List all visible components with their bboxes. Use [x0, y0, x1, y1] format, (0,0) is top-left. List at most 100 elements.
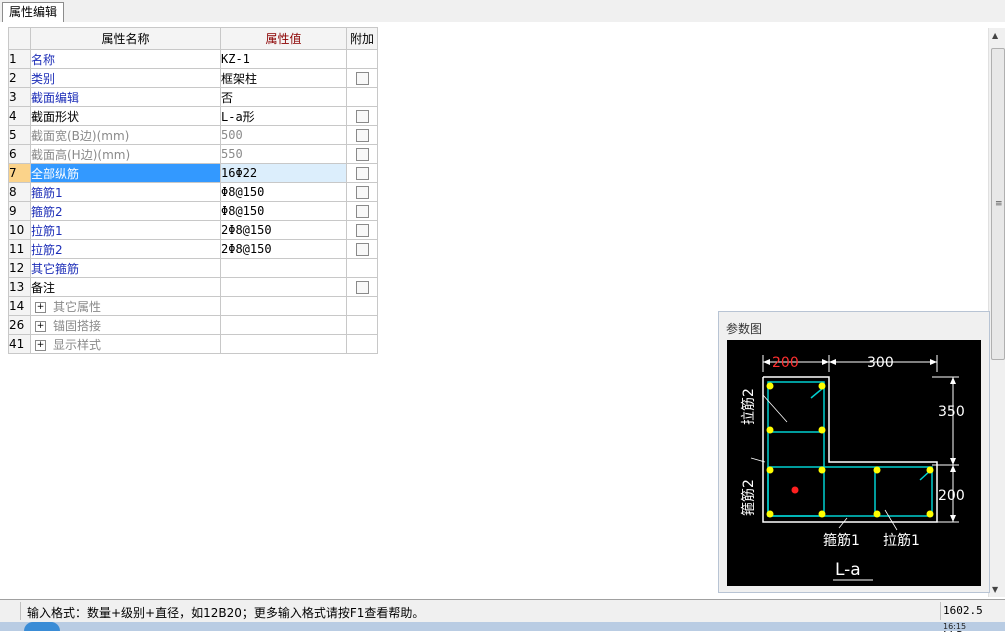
- row-index[interactable]: 41: [8, 334, 31, 354]
- checkbox-icon[interactable]: [355, 72, 369, 85]
- expand-plus-icon[interactable]: +: [35, 339, 46, 351]
- property-extra[interactable]: [346, 201, 378, 221]
- property-name[interactable]: 截面编辑: [30, 87, 221, 107]
- vertical-scrollbar[interactable]: ▲ ≡ ▼: [988, 28, 1005, 597]
- row-index[interactable]: 8: [8, 182, 31, 202]
- property-extra[interactable]: [346, 220, 378, 240]
- property-name[interactable]: + 显示样式: [30, 334, 221, 354]
- property-value[interactable]: [220, 334, 347, 354]
- property-value[interactable]: Φ8@150: [220, 201, 347, 221]
- row-index[interactable]: 12: [8, 258, 31, 278]
- property-name[interactable]: 截面宽(B边)(mm): [30, 125, 221, 145]
- row-index[interactable]: 11: [8, 239, 31, 259]
- table-row[interactable]: 9 箍筋2 Φ8@150: [8, 201, 378, 221]
- table-row[interactable]: 41 + 显示样式: [8, 334, 378, 354]
- checkbox-icon[interactable]: [355, 281, 369, 294]
- property-value[interactable]: [220, 258, 347, 278]
- table-row[interactable]: 12 其它箍筋: [8, 258, 378, 278]
- property-value[interactable]: 16Φ22: [220, 163, 347, 183]
- header-name[interactable]: 属性名称: [30, 27, 221, 50]
- property-name-label: 截面高(H边)(mm): [31, 147, 131, 162]
- dim-label-200-right: 200: [938, 488, 965, 504]
- property-value[interactable]: L-a形: [220, 106, 347, 126]
- property-value[interactable]: 2Φ8@150: [220, 220, 347, 240]
- table-row[interactable]: 26 + 锚固搭接: [8, 315, 378, 335]
- property-name[interactable]: 拉筋2: [30, 239, 221, 259]
- row-index[interactable]: 7: [8, 163, 31, 183]
- table-row[interactable]: 8 箍筋1 Φ8@150: [8, 182, 378, 202]
- header-extra[interactable]: 附加: [346, 27, 378, 50]
- row-index[interactable]: 14: [8, 296, 31, 316]
- row-index[interactable]: 2: [8, 68, 31, 88]
- property-value[interactable]: [220, 315, 347, 335]
- table-row[interactable]: 4 截面形状 L-a形: [8, 106, 378, 126]
- property-name[interactable]: + 锚固搭接: [30, 315, 221, 335]
- row-index[interactable]: 9: [8, 201, 31, 221]
- property-value[interactable]: 550: [220, 144, 347, 164]
- label-stirrup2: 箍筋2: [740, 479, 757, 516]
- table-row[interactable]: 5 截面宽(B边)(mm) 500: [8, 125, 378, 145]
- property-name[interactable]: 截面形状: [30, 106, 221, 126]
- table-row[interactable]: 11 拉筋2 2Φ8@150: [8, 239, 378, 259]
- table-row[interactable]: 14 + 其它属性: [8, 296, 378, 316]
- table-row[interactable]: 3 截面编辑 否: [8, 87, 378, 107]
- property-name[interactable]: + 其它属性: [30, 296, 221, 316]
- property-value[interactable]: [220, 296, 347, 316]
- row-index[interactable]: 1: [8, 49, 31, 69]
- property-name[interactable]: 箍筋2: [30, 201, 221, 221]
- header-value[interactable]: 属性值: [220, 27, 347, 50]
- property-name[interactable]: 截面高(H边)(mm): [30, 144, 221, 164]
- checkbox-icon[interactable]: [355, 224, 369, 237]
- tray-clock: 16:15: [943, 622, 967, 631]
- property-name[interactable]: 名称: [30, 49, 221, 69]
- table-row[interactable]: 10 拉筋1 2Φ8@150: [8, 220, 378, 240]
- row-index[interactable]: 13: [8, 277, 31, 297]
- property-name[interactable]: 箍筋1: [30, 182, 221, 202]
- tab-property-edit[interactable]: 属性编辑: [2, 2, 65, 22]
- property-extra[interactable]: [346, 144, 378, 164]
- row-index[interactable]: 4: [8, 106, 31, 126]
- property-name[interactable]: 全部纵筋: [30, 163, 221, 183]
- row-index[interactable]: 6: [8, 144, 31, 164]
- property-value[interactable]: KZ-1: [220, 49, 347, 69]
- table-row[interactable]: 1 名称 KZ-1: [8, 49, 378, 69]
- property-value[interactable]: 500: [220, 125, 347, 145]
- row-index[interactable]: 10: [8, 220, 31, 240]
- property-name[interactable]: 其它箍筋: [30, 258, 221, 278]
- property-value[interactable]: 框架柱: [220, 68, 347, 88]
- expand-plus-icon[interactable]: +: [35, 320, 46, 332]
- scroll-up-icon[interactable]: ▲: [992, 31, 998, 40]
- start-button[interactable]: [24, 622, 60, 631]
- property-extra[interactable]: [346, 106, 378, 126]
- checkbox-icon[interactable]: [355, 186, 369, 199]
- expand-plus-icon[interactable]: +: [35, 301, 46, 313]
- scroll-down-icon[interactable]: ▼: [992, 585, 998, 594]
- property-value[interactable]: Φ8@150: [220, 182, 347, 202]
- checkbox-icon[interactable]: [355, 205, 369, 218]
- checkbox-icon[interactable]: [355, 148, 369, 161]
- checkbox-icon[interactable]: [355, 167, 369, 180]
- scroll-thumb[interactable]: ≡: [991, 48, 1005, 360]
- row-index[interactable]: 5: [8, 125, 31, 145]
- table-row[interactable]: 7 全部纵筋 16Φ22: [8, 163, 378, 183]
- checkbox-icon[interactable]: [355, 243, 369, 256]
- property-name[interactable]: 类别: [30, 68, 221, 88]
- checkbox-icon[interactable]: [355, 129, 369, 142]
- table-row[interactable]: 13 备注: [8, 277, 378, 297]
- property-extra[interactable]: [346, 163, 378, 183]
- property-extra[interactable]: [346, 68, 378, 88]
- row-index[interactable]: 26: [8, 315, 31, 335]
- table-row[interactable]: 2 类别 框架柱: [8, 68, 378, 88]
- property-extra[interactable]: [346, 277, 378, 297]
- property-extra[interactable]: [346, 239, 378, 259]
- property-value[interactable]: 否: [220, 87, 347, 107]
- row-index[interactable]: 3: [8, 87, 31, 107]
- table-row[interactable]: 6 截面高(H边)(mm) 550: [8, 144, 378, 164]
- property-value[interactable]: [220, 277, 347, 297]
- checkbox-icon[interactable]: [355, 110, 369, 123]
- property-name[interactable]: 备注: [30, 277, 221, 297]
- property-name[interactable]: 拉筋1: [30, 220, 221, 240]
- property-value[interactable]: 2Φ8@150: [220, 239, 347, 259]
- property-extra[interactable]: [346, 125, 378, 145]
- property-extra[interactable]: [346, 182, 378, 202]
